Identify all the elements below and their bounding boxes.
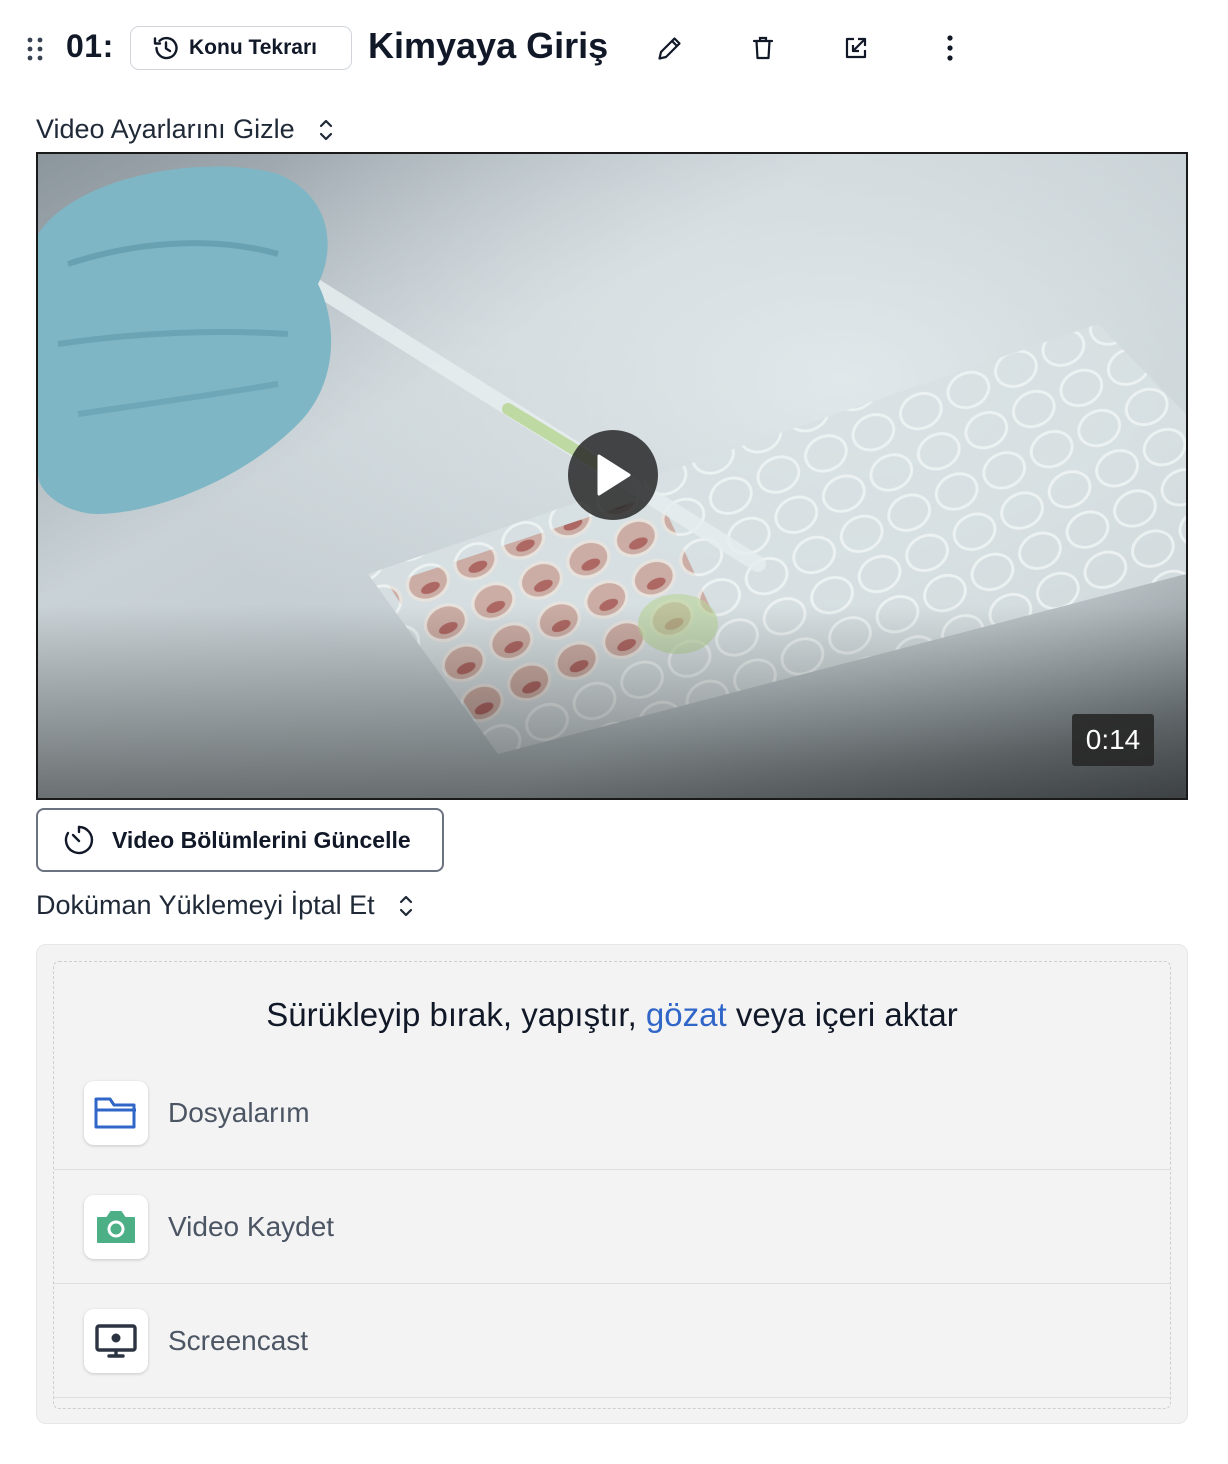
video-duration: 0:14 bbox=[1072, 714, 1154, 766]
chevron-up-down-icon bbox=[319, 119, 332, 140]
drag-handle-icon[interactable] bbox=[26, 36, 44, 62]
camera-icon bbox=[97, 1210, 135, 1243]
browse-link[interactable]: gözat bbox=[646, 996, 727, 1033]
screencast-icon bbox=[95, 1323, 137, 1358]
delete-button[interactable] bbox=[745, 30, 781, 66]
lesson-number: 01: bbox=[66, 28, 114, 64]
source-tile bbox=[84, 1308, 148, 1373]
edit-button[interactable] bbox=[652, 30, 688, 66]
timer-icon bbox=[64, 825, 94, 855]
video-settings-toggle-label: Video Ayarlarını Gizle bbox=[36, 114, 295, 144]
document-upload-toggle-label: Doküman Yüklemeyi İptal Et bbox=[36, 890, 375, 920]
source-label: Video Kaydet bbox=[168, 1210, 335, 1242]
video-settings-toggle[interactable]: Video Ayarlarını Gizle bbox=[36, 114, 337, 145]
pencil-icon bbox=[658, 37, 681, 60]
source-label: Dosyalarım bbox=[168, 1096, 310, 1128]
drop-text-after: veya içeri aktar bbox=[726, 996, 958, 1033]
more-options-button[interactable] bbox=[932, 30, 968, 66]
update-video-chapters-button[interactable]: Video Bölümlerini Güncelle bbox=[36, 808, 444, 872]
history-icon bbox=[153, 36, 178, 60]
source-tile bbox=[84, 1080, 148, 1145]
dropzone[interactable]: Sürükleyip bırak, yapıştır, gözat veya i… bbox=[53, 961, 1171, 1409]
play-button[interactable] bbox=[568, 430, 658, 520]
source-record-video[interactable]: Video Kaydet bbox=[54, 1170, 1170, 1284]
trash-icon bbox=[752, 36, 774, 60]
external-link-icon bbox=[845, 37, 867, 59]
chevron-up-down-icon bbox=[399, 895, 412, 916]
drop-text-before: Sürükleyip bırak, yapıştır, bbox=[266, 996, 646, 1033]
source-screencast[interactable]: Screencast bbox=[54, 1284, 1170, 1398]
video-player[interactable]: 0:14 bbox=[36, 152, 1188, 800]
more-vertical-icon bbox=[947, 35, 953, 61]
folder-icon bbox=[94, 1097, 136, 1128]
lesson-title: Kimyaya Giriş bbox=[368, 25, 609, 66]
source-tile bbox=[84, 1194, 148, 1259]
source-label: Screencast bbox=[168, 1324, 309, 1356]
topic-review-button[interactable]: Konu Tekrarı bbox=[130, 26, 352, 70]
update-video-chapters-label: Video Bölümlerini Güncelle bbox=[112, 826, 411, 853]
open-external-button[interactable] bbox=[838, 30, 874, 66]
dropzone-instructions: Sürükleyip bırak, yapıştır, gözat veya i… bbox=[54, 996, 1170, 1034]
topic-review-label: Konu Tekrarı bbox=[189, 36, 317, 59]
lesson-header: 01: Konu Tekrarı Kimyaya Giriş bbox=[0, 0, 1228, 96]
document-upload-toggle[interactable]: Doküman Yüklemeyi İptal Et bbox=[36, 890, 417, 921]
play-icon bbox=[597, 454, 631, 496]
source-my-files[interactable]: Dosyalarım bbox=[54, 1056, 1170, 1170]
upload-panel: Sürükleyip bırak, yapıştır, gözat veya i… bbox=[36, 944, 1188, 1424]
